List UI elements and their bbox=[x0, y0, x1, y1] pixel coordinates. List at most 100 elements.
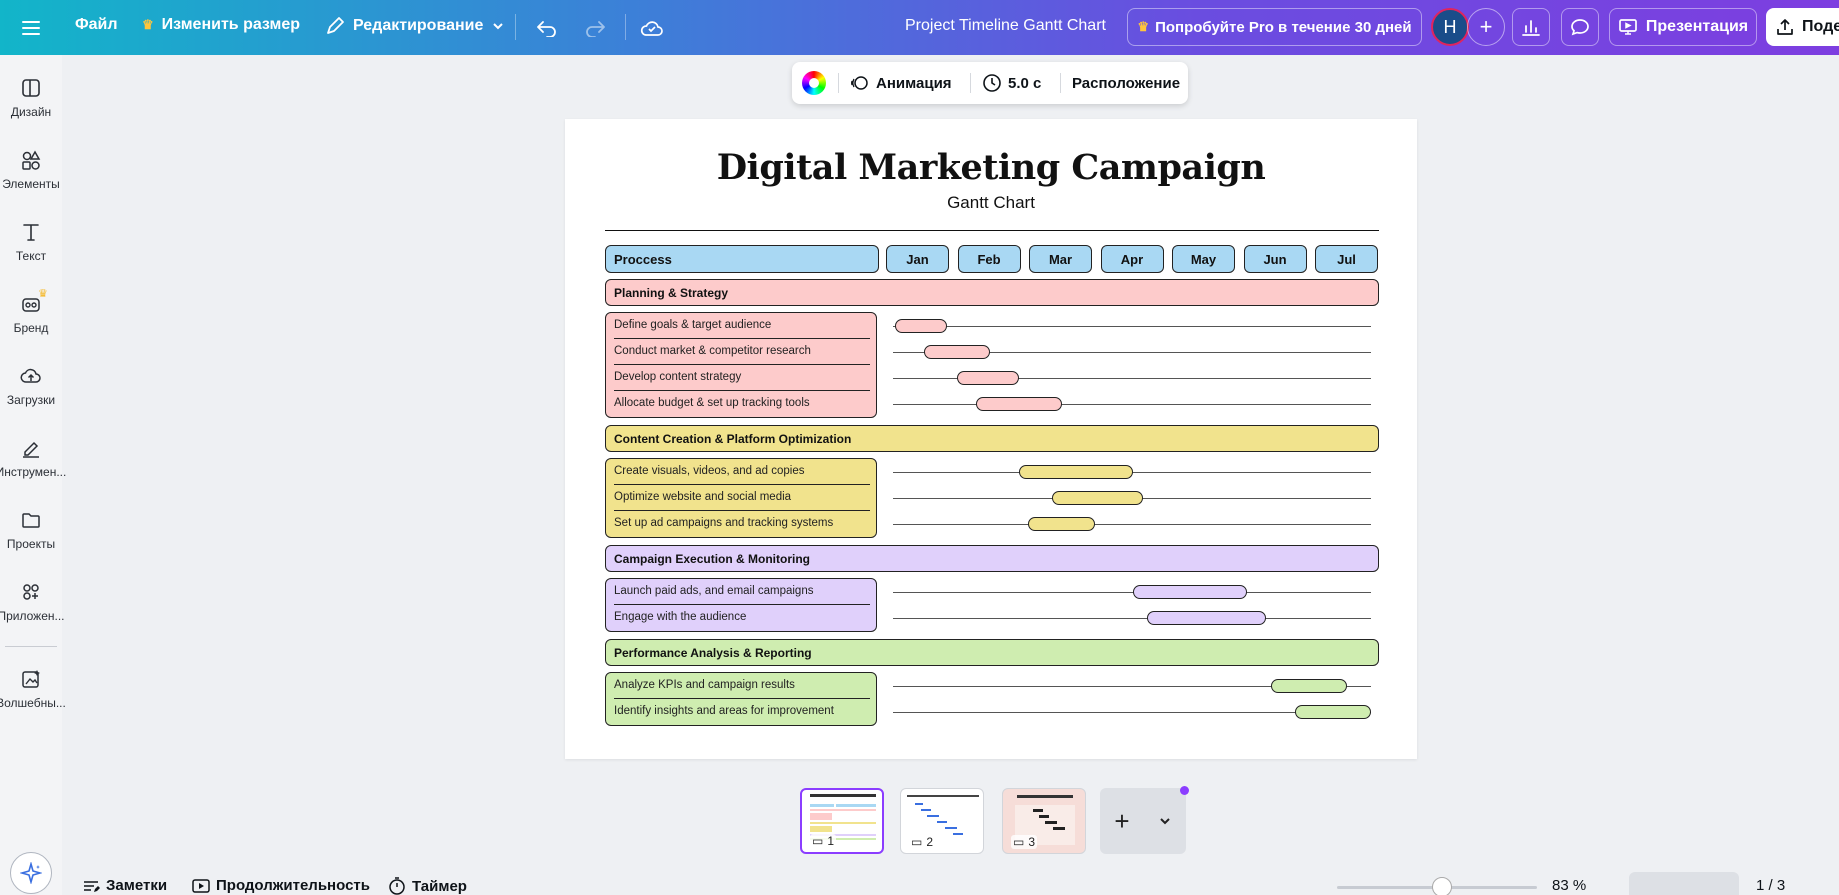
task-bar[interactable] bbox=[923, 345, 991, 359]
phase-header[interactable]: Performance Analysis & Reporting bbox=[605, 639, 1379, 666]
month-header-feb[interactable]: Feb bbox=[957, 245, 1021, 273]
upload-icon bbox=[1777, 19, 1793, 35]
editing-mode-dropdown[interactable]: Редактирование bbox=[325, 16, 505, 36]
task-bar[interactable] bbox=[895, 319, 948, 333]
task-bar[interactable] bbox=[956, 371, 1019, 385]
zoom-level[interactable]: 83 % bbox=[1552, 877, 1586, 894]
pencil-icon bbox=[327, 17, 344, 34]
phase-header[interactable]: Content Creation & Platform Optimization bbox=[605, 425, 1379, 452]
color-picker[interactable] bbox=[802, 62, 826, 104]
duration-button[interactable]: Продолжительность bbox=[192, 877, 370, 894]
task-bar[interactable] bbox=[1052, 491, 1143, 505]
file-menu[interactable]: Файл bbox=[75, 16, 118, 34]
task-bar[interactable] bbox=[1294, 705, 1371, 719]
menu-icon[interactable] bbox=[13, 10, 49, 46]
page-thumbnail-2[interactable]: ▭ 2 bbox=[900, 788, 984, 854]
task-bar[interactable] bbox=[1147, 611, 1267, 625]
month-header-jun[interactable]: Jun bbox=[1243, 245, 1307, 273]
sidebar-item-text[interactable]: Текст bbox=[0, 221, 62, 263]
timeline-track bbox=[893, 618, 1371, 619]
phase-header[interactable]: Planning & Strategy bbox=[605, 279, 1379, 306]
thumbnail-number: ▭ 1 bbox=[810, 834, 837, 848]
month-header-jan[interactable]: Jan bbox=[886, 245, 949, 273]
try-pro-button[interactable]: ♛ Попробуйте Pro в течение 30 дней bbox=[1127, 8, 1422, 46]
task-label[interactable]: Conduct market & competitor research bbox=[614, 345, 811, 357]
sidebar-item-elements[interactable]: Элементы bbox=[0, 149, 62, 191]
task-label[interactable]: Define goals & target audience bbox=[614, 319, 771, 331]
thumbnail-number: ▭ 2 bbox=[909, 835, 936, 849]
task-bar[interactable] bbox=[1028, 517, 1095, 531]
page-thumbnail-3[interactable]: ▭ 3 bbox=[1002, 788, 1086, 854]
sidebar-item-design[interactable]: Дизайн bbox=[0, 77, 62, 119]
task-label[interactable]: Create visuals, videos, and ad copies bbox=[614, 465, 805, 477]
upload-cloud-icon bbox=[20, 368, 41, 383]
task-label[interactable]: Analyze KPIs and campaign results bbox=[614, 679, 795, 691]
pages-view-button[interactable] bbox=[1629, 872, 1739, 895]
task-label[interactable]: Identify insights and areas for improvem… bbox=[614, 705, 834, 717]
task-divider bbox=[614, 604, 870, 605]
sidebar-item-projects[interactable]: Проекты bbox=[0, 509, 62, 551]
timeline-track bbox=[893, 524, 1371, 525]
comment-icon[interactable] bbox=[1561, 8, 1599, 46]
sidebar-item-uploads[interactable]: Загрузки bbox=[0, 365, 62, 407]
document-title[interactable]: Project Timeline Gantt Chart bbox=[905, 17, 1106, 35]
task-bar[interactable] bbox=[1133, 585, 1248, 599]
invite-plus-icon[interactable]: + bbox=[1467, 8, 1505, 46]
add-page-button[interactable]: + bbox=[1100, 788, 1144, 854]
notes-button[interactable]: Заметки bbox=[82, 877, 167, 894]
duration-button[interactable]: 5.0 с bbox=[982, 62, 1041, 104]
task-divider bbox=[614, 364, 870, 365]
animation-icon bbox=[851, 76, 868, 90]
analytics-icon[interactable] bbox=[1512, 8, 1550, 46]
undo-icon[interactable] bbox=[529, 10, 565, 46]
sidebar-item-brand[interactable]: Бренд ♛ bbox=[0, 288, 62, 335]
task-bar[interactable] bbox=[1271, 679, 1348, 693]
task-bar[interactable] bbox=[975, 397, 1062, 411]
text-icon bbox=[23, 224, 39, 241]
layout-icon bbox=[22, 79, 40, 97]
avatar[interactable]: H bbox=[1431, 8, 1469, 46]
chart-subtitle[interactable]: Gantt Chart bbox=[565, 193, 1417, 213]
sidebar-item-draw[interactable]: Инструмен... bbox=[0, 437, 66, 479]
present-button[interactable]: Презентация bbox=[1609, 8, 1757, 46]
magic-assistant-button[interactable] bbox=[10, 852, 52, 894]
color-wheel-icon bbox=[802, 71, 826, 95]
resize-button[interactable]: ♛ Изменить размер bbox=[142, 16, 300, 34]
add-page-options-button[interactable] bbox=[1144, 788, 1186, 854]
task-divider bbox=[614, 510, 870, 511]
zoom-slider-handle[interactable] bbox=[1432, 877, 1452, 895]
task-divider bbox=[614, 390, 870, 391]
apps-icon bbox=[23, 584, 39, 600]
process-header[interactable]: Proccess bbox=[605, 245, 879, 273]
phase-header[interactable]: Campaign Execution & Monitoring bbox=[605, 545, 1379, 572]
redo-icon[interactable] bbox=[577, 10, 613, 46]
element-toolbar: Анимация 5.0 с Расположение bbox=[792, 62, 1188, 104]
month-header-mar[interactable]: Mar bbox=[1029, 245, 1092, 273]
task-label[interactable]: Set up ad campaigns and tracking systems bbox=[614, 517, 833, 529]
task-label[interactable]: Engage with the audience bbox=[614, 611, 746, 623]
task-label[interactable]: Optimize website and social media bbox=[614, 491, 791, 503]
animation-button[interactable]: Анимация bbox=[850, 62, 952, 104]
timer-button[interactable]: Таймер bbox=[388, 877, 467, 895]
page-thumbnail-1[interactable]: ▭ 1 bbox=[800, 788, 884, 854]
divider bbox=[970, 73, 971, 93]
task-label[interactable]: Allocate budget & set up tracking tools bbox=[614, 397, 810, 409]
crown-icon: ♛ bbox=[142, 17, 154, 32]
cloud-save-icon[interactable] bbox=[634, 10, 670, 46]
timeline-track bbox=[893, 326, 1371, 327]
design-page[interactable]: Digital Marketing Campaign Gantt Chart P… bbox=[565, 119, 1417, 759]
position-button[interactable]: Расположение bbox=[1072, 62, 1180, 104]
month-header-jul[interactable]: Jul bbox=[1315, 245, 1378, 273]
task-bar[interactable] bbox=[1018, 465, 1133, 479]
sidebar-item-apps[interactable]: Приложен... bbox=[0, 581, 65, 623]
presentation-icon bbox=[1619, 19, 1637, 35]
month-header-apr[interactable]: Apr bbox=[1100, 245, 1164, 273]
task-divider bbox=[614, 484, 870, 485]
chart-title[interactable]: Digital Marketing Campaign bbox=[565, 147, 1417, 188]
task-label[interactable]: Launch paid ads, and email campaigns bbox=[614, 585, 813, 597]
page-count[interactable]: 1 / 3 bbox=[1756, 877, 1785, 894]
month-header-may[interactable]: May bbox=[1172, 245, 1235, 273]
sidebar-item-magic-media[interactable]: Волшебны... bbox=[0, 668, 66, 710]
task-label[interactable]: Develop content strategy bbox=[614, 371, 741, 383]
share-button[interactable]: Поде bbox=[1766, 8, 1839, 46]
